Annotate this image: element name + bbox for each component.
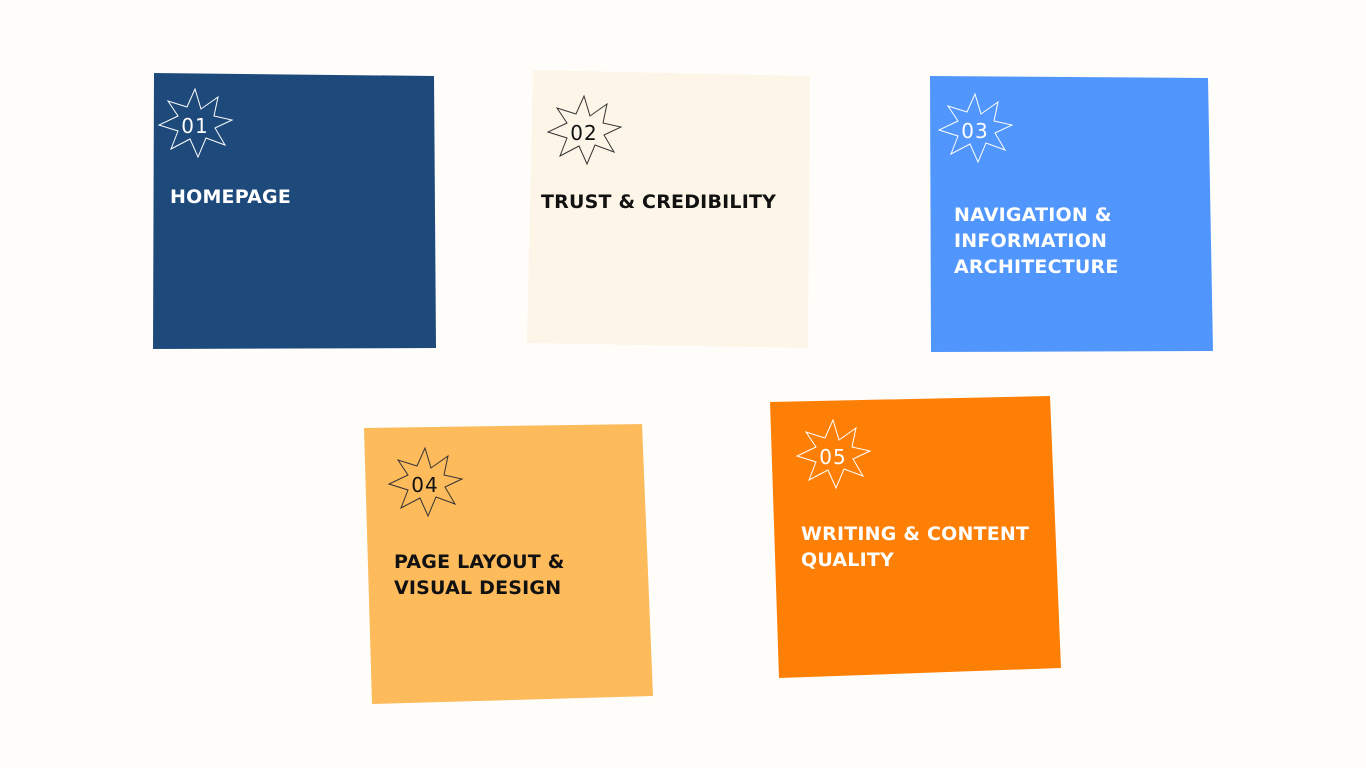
number-badge: 01	[156, 87, 234, 165]
sticky-note-writing-content: 05 WRITING & CONTENT QUALITY	[768, 394, 1064, 680]
sticky-note-navigation: 03 NAVIGATION & INFORMATION ARCHITECTURE	[928, 75, 1216, 355]
sticky-note-homepage: 01 HOMEPAGE	[152, 71, 438, 351]
step-number: 03	[961, 119, 989, 143]
number-badge: 02	[545, 94, 623, 172]
sticky-note-trust-credibility: 02 TRUST & CREDIBILITY	[525, 68, 813, 350]
number-badge: 03	[936, 92, 1014, 170]
step-number: 04	[411, 473, 439, 497]
card-title: HOMEPAGE	[170, 186, 291, 208]
card-title: PAGE LAYOUT & VISUAL DESIGN	[394, 551, 565, 599]
step-number: 01	[181, 114, 209, 138]
step-number: 05	[819, 445, 847, 469]
card-title: TRUST & CREDIBILITY	[541, 191, 777, 213]
number-badge: 04	[386, 446, 464, 524]
card-title: NAVIGATION & INFORMATION ARCHITECTURE	[954, 204, 1119, 278]
step-number: 02	[570, 121, 598, 145]
sticky-note-page-layout: 04 PAGE LAYOUT & VISUAL DESIGN	[362, 422, 656, 707]
card-title: WRITING & CONTENT QUALITY	[801, 523, 1030, 571]
number-badge: 05	[794, 418, 872, 496]
